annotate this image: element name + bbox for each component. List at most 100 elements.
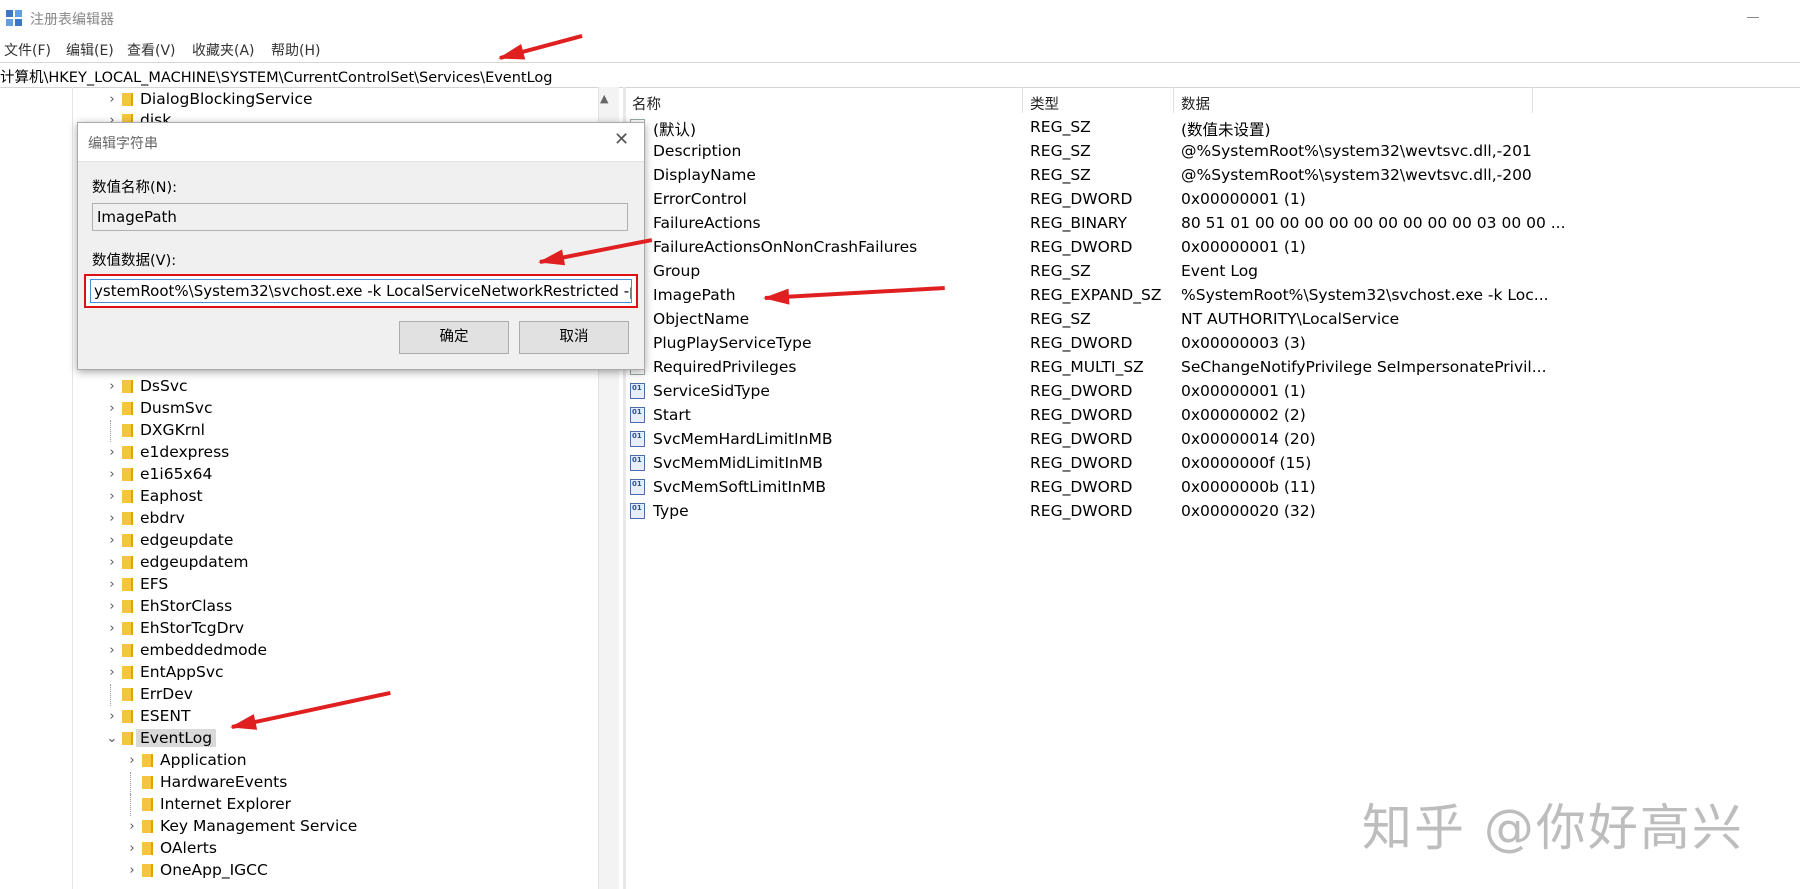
- ok-button[interactable]: 确定: [399, 321, 509, 354]
- chevron-right-icon[interactable]: ›: [106, 445, 118, 460]
- folder-icon: [122, 534, 133, 547]
- value-name: ImagePath: [653, 286, 736, 304]
- tree-item-label: embeddedmode: [140, 641, 268, 659]
- value-name: (默认): [653, 121, 697, 139]
- close-icon[interactable]: ✕: [614, 129, 629, 150]
- chevron-right-icon[interactable]: ›: [106, 709, 118, 724]
- chevron-right-icon[interactable]: ›: [126, 753, 138, 768]
- menu-favorites[interactable]: 收藏夹(A): [192, 40, 255, 60]
- chevron-right-icon[interactable]: ›: [126, 841, 138, 856]
- value-row[interactable]: DisplayName REG_SZ @%SystemRoot%\system32\…: [626, 164, 1626, 188]
- value-data: 0x0000000b (11): [1181, 478, 1316, 496]
- chevron-right-icon[interactable]: ›: [106, 379, 118, 394]
- value-name: FailureActionsOnNonCrashFailures: [653, 238, 918, 256]
- value-row[interactable]: Group REG_SZ Event Log: [626, 260, 1626, 284]
- address-path[interactable]: 计算机\HKEY_LOCAL_MACHINE\SYSTEM\CurrentCon…: [0, 66, 553, 87]
- value-row[interactable]: Type REG_DWORD 0x00000020 (32): [626, 500, 1626, 524]
- value-type: REG_DWORD: [1030, 406, 1133, 424]
- value-data: 0x00000001 (1): [1181, 238, 1306, 256]
- chevron-right-icon[interactable]: ›: [106, 577, 118, 592]
- window-title: 注册表编辑器: [30, 12, 114, 28]
- column-separator[interactable]: [1532, 87, 1533, 113]
- menu-file[interactable]: 文件(F): [4, 40, 51, 60]
- chevron-right-icon[interactable]: ›: [106, 533, 118, 548]
- value-row[interactable]: ErrorControl REG_DWORD 0x00000001 (1): [626, 188, 1626, 212]
- value-type: REG_DWORD: [1030, 502, 1133, 520]
- tree-item-label: EhStorClass: [140, 597, 233, 615]
- value-type: REG_DWORD: [1030, 478, 1133, 496]
- chevron-right-icon[interactable]: ›: [106, 401, 118, 416]
- binary-value-icon: [630, 431, 645, 447]
- values-list: 名称 类型 数据 (默认) REG_SZ (数值未设置) Description REG…: [626, 87, 1800, 889]
- tree-item-label: ESENT: [140, 707, 191, 725]
- chevron-right-icon[interactable]: ›: [106, 621, 118, 636]
- chevron-right-icon[interactable]: ›: [106, 511, 118, 526]
- value-row[interactable]: ObjectName REG_SZ NT AUTHORITY\LocalServic…: [626, 308, 1626, 332]
- folder-icon: [122, 688, 133, 701]
- value-type: REG_SZ: [1030, 262, 1091, 280]
- folder-icon: [122, 490, 133, 503]
- chevron-right-icon[interactable]: ›: [106, 665, 118, 680]
- column-header-data[interactable]: 数据: [1181, 93, 1210, 114]
- value-type: REG_EXPAND_SZ: [1030, 286, 1162, 304]
- folder-icon: [122, 622, 133, 635]
- chevron-right-icon[interactable]: ›: [106, 555, 118, 570]
- tree-connector: [110, 420, 112, 442]
- tree-item-label: Internet Explorer: [160, 795, 292, 813]
- folder-icon: [122, 402, 133, 415]
- value-row[interactable]: Description REG_SZ @%SystemRoot%\system32\…: [626, 140, 1626, 164]
- chevron-right-icon[interactable]: ›: [106, 599, 118, 614]
- tree-item-label: EventLog: [136, 729, 217, 747]
- minimize-button[interactable]: [1738, 6, 1768, 30]
- value-row[interactable]: ServiceSidType REG_DWORD 0x00000001 (1): [626, 380, 1626, 404]
- value-name: Type: [653, 502, 689, 520]
- value-data: 80 51 01 00 00 00 00 00 00 00 00 00 03 0…: [1181, 214, 1566, 232]
- value-data-input[interactable]: ystemRoot%\System32\svchost.exe -k Local…: [90, 279, 632, 303]
- value-data: @%SystemRoot%\system32\wevtsvc.dll,-201: [1181, 142, 1532, 160]
- value-name: Group: [653, 262, 701, 280]
- tree-item-label: edgeupdate: [140, 531, 234, 549]
- value-data: 0x00000001 (1): [1181, 382, 1306, 400]
- tree-item-label: EFS: [140, 575, 169, 593]
- chevron-right-icon[interactable]: ›: [106, 92, 118, 107]
- value-row[interactable]: Start REG_DWORD 0x00000002 (2): [626, 404, 1626, 428]
- value-name: SvcMemSoftLimitInMB: [653, 478, 826, 496]
- value-row[interactable]: SvcMemMidLimitInMB REG_DWORD 0x0000000f (1…: [626, 452, 1626, 476]
- folder-icon: [122, 380, 133, 393]
- menu-help[interactable]: 帮助(H): [271, 40, 320, 60]
- value-name: ObjectName: [653, 310, 750, 328]
- value-row[interactable]: FailureActions REG_BINARY 80 51 01 00 00 0…: [626, 212, 1626, 236]
- value-row[interactable]: FailureActionsOnNonCrashFailures REG_DWOR…: [626, 236, 1626, 260]
- column-header-type[interactable]: 类型: [1030, 93, 1059, 114]
- column-separator[interactable]: [1022, 87, 1023, 113]
- value-row[interactable]: SvcMemHardLimitInMB REG_DWORD 0x00000014 (…: [626, 428, 1626, 452]
- value-type: REG_DWORD: [1030, 454, 1133, 472]
- chevron-right-icon[interactable]: ›: [106, 643, 118, 658]
- cancel-button[interactable]: 取消: [519, 321, 629, 354]
- column-separator[interactable]: [1173, 87, 1174, 113]
- value-name: ErrorControl: [653, 190, 747, 208]
- scroll-up-icon[interactable]: ▲: [600, 92, 608, 105]
- chevron-right-icon[interactable]: ›: [126, 863, 138, 878]
- value-row[interactable]: RequiredPrivileges REG_MULTI_SZ SeChangeNo…: [626, 356, 1626, 380]
- column-header-name[interactable]: 名称: [632, 93, 661, 114]
- chevron-down-icon[interactable]: ⌄: [106, 731, 118, 746]
- chevron-right-icon[interactable]: ›: [106, 467, 118, 482]
- value-row[interactable]: SvcMemSoftLimitInMB REG_DWORD 0x0000000b (…: [626, 476, 1626, 500]
- menu-edit[interactable]: 编辑(E): [66, 40, 114, 60]
- menu-view[interactable]: 查看(V): [127, 40, 176, 60]
- value-data: NT AUTHORITY\LocalService: [1181, 310, 1400, 328]
- chevron-right-icon[interactable]: ›: [126, 819, 138, 834]
- address-bar[interactable]: 计算机\HKEY_LOCAL_MACHINE\SYSTEM\CurrentCon…: [0, 62, 1800, 88]
- value-row[interactable]: PlugPlayServiceType REG_DWORD 0x00000003 (…: [626, 332, 1626, 356]
- dialog-title-bar[interactable]: 编辑字符串 ✕: [78, 123, 644, 162]
- value-type: REG_SZ: [1030, 118, 1091, 136]
- chevron-right-icon[interactable]: ›: [106, 489, 118, 504]
- value-row[interactable]: (默认) REG_SZ (数值未设置): [626, 116, 1626, 140]
- tree-item-label: ebdrv: [140, 509, 185, 527]
- watermark: 知乎 @你好高兴: [1362, 799, 1744, 857]
- value-data: 0x00000014 (20): [1181, 430, 1316, 448]
- arrowhead-icon: [762, 288, 790, 307]
- value-type: REG_SZ: [1030, 142, 1091, 160]
- value-type: REG_DWORD: [1030, 334, 1133, 352]
